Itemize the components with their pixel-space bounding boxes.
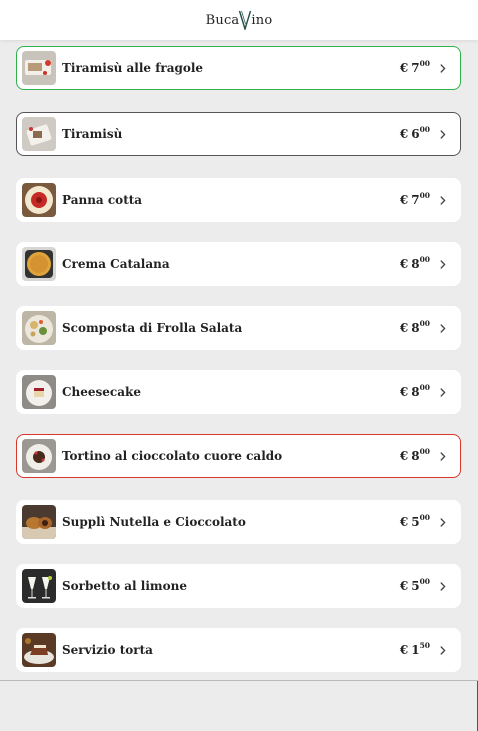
dish-thumbnail — [22, 375, 56, 409]
price-integer: 7 — [411, 193, 420, 207]
price-integer: 5 — [411, 579, 420, 593]
logo-text-right: ino — [251, 12, 273, 28]
bottom-bar — [0, 680, 478, 731]
price-currency: € — [399, 643, 409, 657]
dish-price: €5 00 — [399, 513, 430, 529]
dish-price: €1 50 — [399, 641, 430, 657]
chevron-right-icon — [436, 63, 450, 73]
dish-thumbnail — [22, 247, 56, 281]
dish-thumbnail — [22, 117, 56, 151]
chevron-right-icon — [436, 323, 450, 333]
price-integer: 6 — [411, 127, 420, 141]
dish-name: Tortino al cioccolato cuore caldo — [62, 449, 283, 463]
chevron-right-icon — [436, 129, 450, 139]
price-decimals: 00 — [419, 383, 430, 392]
chevron-right-icon — [436, 195, 450, 205]
dish-thumbnail — [22, 505, 56, 539]
menu-item-row[interactable]: Tiramisù alle fragole €7 00 — [16, 46, 461, 90]
price-decimals: 00 — [419, 255, 430, 264]
chevron-right-icon — [436, 259, 450, 269]
price-integer: 8 — [411, 321, 420, 335]
price-integer: 8 — [411, 257, 420, 271]
price-currency: € — [399, 61, 409, 75]
menu-item-row[interactable]: Panna cotta €7 00 — [16, 178, 461, 222]
chevron-right-icon — [436, 451, 450, 461]
price-currency: € — [399, 515, 409, 529]
dish-name: Crema Catalana — [62, 257, 170, 271]
dish-price: €7 00 — [399, 191, 430, 207]
menu-item-row[interactable]: Tiramisù €6 00 — [16, 112, 461, 156]
price-currency: € — [399, 193, 409, 207]
price-decimals: 00 — [419, 125, 430, 134]
dish-price: €6 00 — [399, 125, 430, 141]
price-integer: 7 — [411, 61, 420, 75]
dish-price: €5 00 — [399, 577, 430, 593]
menu-item-row[interactable]: Crema Catalana €8 00 — [16, 242, 461, 286]
dish-name: Sorbetto al limone — [62, 579, 187, 593]
dish-price: €8 00 — [399, 319, 430, 335]
dish-price: €8 00 — [399, 447, 430, 463]
buca-vino-logo[interactable]: Buca ino — [206, 10, 273, 30]
dish-thumbnail — [22, 311, 56, 345]
price-currency: € — [399, 579, 409, 593]
price-integer: 8 — [411, 385, 420, 399]
chevron-right-icon — [436, 645, 450, 655]
dish-name: Scomposta di Frolla Salata — [62, 321, 243, 335]
price-decimals: 00 — [419, 319, 430, 328]
dish-name: Tiramisù — [62, 127, 123, 141]
menu-item-row[interactable]: Sorbetto al limone €5 00 — [16, 564, 461, 608]
dish-thumbnail — [22, 51, 56, 85]
dish-thumbnail — [22, 439, 56, 473]
price-decimals: 00 — [419, 59, 430, 68]
dish-thumbnail — [22, 183, 56, 217]
price-currency: € — [399, 257, 409, 271]
menu-item-row[interactable]: Supplì Nutella e Cioccolato €5 00 — [16, 500, 461, 544]
menu-item-row[interactable]: Scomposta di Frolla Salata €8 00 — [16, 306, 461, 350]
price-integer: 5 — [411, 515, 420, 529]
dish-name: Cheesecake — [62, 385, 141, 399]
menu-item-row[interactable]: Tortino al cioccolato cuore caldo €8 00 — [16, 434, 461, 478]
dish-name: Tiramisù alle fragole — [62, 61, 204, 75]
price-integer: 1 — [411, 643, 420, 657]
price-currency: € — [399, 321, 409, 335]
price-integer: 8 — [411, 449, 420, 463]
menu-item-row[interactable]: Servizio torta €1 50 — [16, 628, 461, 672]
price-decimals: 00 — [419, 577, 430, 586]
dish-thumbnail — [22, 569, 56, 603]
logo-v-mark — [239, 10, 252, 30]
dish-thumbnail — [22, 633, 56, 667]
dish-name: Supplì Nutella e Cioccolato — [62, 515, 246, 529]
price-currency: € — [399, 385, 409, 399]
dish-name: Panna cotta — [62, 193, 143, 207]
dish-name: Servizio torta — [62, 643, 153, 657]
dish-price: €8 00 — [399, 383, 430, 399]
price-decimals: 50 — [419, 641, 430, 650]
menu-item-row[interactable]: Cheesecake €8 00 — [16, 370, 461, 414]
chevron-right-icon — [436, 581, 450, 591]
price-decimals: 00 — [419, 191, 430, 200]
price-decimals: 00 — [419, 513, 430, 522]
price-decimals: 00 — [419, 447, 430, 456]
price-currency: € — [399, 127, 409, 141]
dish-price: €7 00 — [399, 59, 430, 75]
chevron-right-icon — [436, 387, 450, 397]
dish-price: €8 00 — [399, 255, 430, 271]
logo-text-left: Buca — [205, 12, 240, 28]
price-currency: € — [399, 449, 409, 463]
chevron-right-icon — [436, 517, 450, 527]
app-header: Buca ino — [0, 0, 478, 40]
